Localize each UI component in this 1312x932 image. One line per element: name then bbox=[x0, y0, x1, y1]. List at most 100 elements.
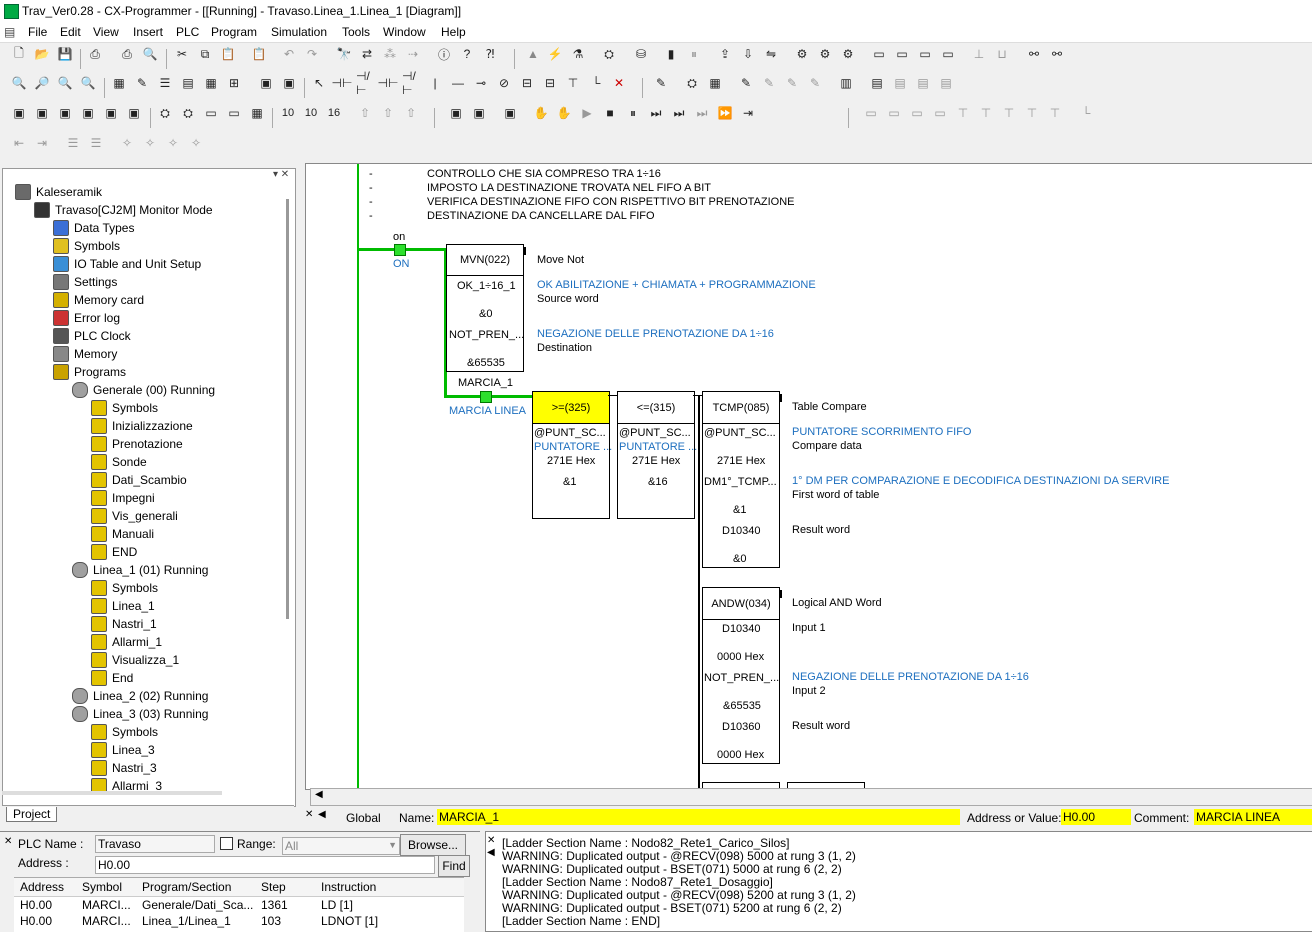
print-icon[interactable]: ⎙ bbox=[86, 45, 104, 63]
sim-step-out-icon[interactable]: ⏭ bbox=[693, 104, 711, 122]
table-row[interactable]: H0.00 MARCI... Linea_1/Linea_1 103 LDNOT… bbox=[14, 913, 464, 929]
address-field[interactable]: H0.00 bbox=[1061, 809, 1131, 825]
goto-icon[interactable]: ⇢ bbox=[404, 45, 422, 63]
bookmark-4-icon[interactable]: ✧ bbox=[187, 134, 205, 152]
tab-project[interactable]: Project bbox=[6, 807, 58, 822]
print-preview-icon[interactable]: 🔍 bbox=[141, 45, 159, 63]
contact-or-icon[interactable]: ⊣⊢ bbox=[378, 74, 399, 92]
delete-line-icon[interactable]: ✕ bbox=[610, 74, 628, 92]
tree-item[interactable]: Symbols bbox=[53, 237, 120, 255]
tree-item[interactable]: Sonde bbox=[91, 453, 147, 471]
tree-item[interactable]: Generale (00) Running bbox=[72, 381, 215, 399]
view-2-icon[interactable]: ▣ bbox=[33, 104, 51, 122]
net-5-icon[interactable]: ▦ bbox=[248, 104, 266, 122]
tool-c-icon[interactable]: ⚯ bbox=[1025, 45, 1043, 63]
replace-icon[interactable]: ⇄ bbox=[358, 45, 376, 63]
outdent-icon[interactable]: ⇥ bbox=[33, 134, 51, 152]
sim-stop-icon[interactable]: ■ bbox=[601, 104, 619, 122]
transfer-to-plc-icon[interactable]: ⇪ bbox=[716, 45, 734, 63]
tree-item[interactable]: Symbols bbox=[91, 399, 158, 417]
tree-item[interactable]: Nastri_3 bbox=[91, 759, 157, 777]
tree-item[interactable]: Inizializzazione bbox=[91, 417, 193, 435]
smart-icon[interactable]: ▣ bbox=[257, 74, 275, 92]
contact-on[interactable] bbox=[394, 244, 406, 256]
tree-item[interactable]: Vis_generali bbox=[91, 507, 178, 525]
monitor-window-3-icon[interactable]: ▤ bbox=[914, 74, 932, 92]
tree-item[interactable]: Settings bbox=[53, 273, 117, 291]
new-icon[interactable]: 🗋 bbox=[10, 45, 28, 63]
tree-item[interactable]: Linea_3 (03) Running bbox=[72, 705, 208, 723]
base-16-icon[interactable]: 16 bbox=[325, 104, 343, 122]
online-edit-2-icon[interactable]: ⛭ bbox=[683, 74, 701, 92]
range-select[interactable]: All ▼ bbox=[282, 837, 400, 855]
tool-b-icon[interactable]: ⊔ bbox=[993, 45, 1011, 63]
zoom-icon[interactable]: 🔍 bbox=[10, 74, 28, 92]
sim-2-icon[interactable]: ▣ bbox=[470, 104, 488, 122]
io-icon[interactable]: ▥ bbox=[837, 74, 855, 92]
tree-item[interactable]: Dati_Scambio bbox=[91, 471, 187, 489]
menu-help[interactable]: Help bbox=[441, 25, 466, 39]
tree-item[interactable]: Allarmi_1 bbox=[91, 633, 162, 651]
window-2-icon[interactable]: ▭ bbox=[893, 45, 911, 63]
bookmark-2-icon[interactable]: ✧ bbox=[141, 134, 159, 152]
tree-item[interactable]: Linea_1 bbox=[91, 597, 155, 615]
context-help-icon[interactable]: ⁈ bbox=[481, 45, 499, 63]
monitor-window-4-icon[interactable]: ▤ bbox=[937, 74, 955, 92]
contact-no-icon[interactable]: ⊣⊢ bbox=[332, 74, 353, 92]
force-cancel-icon[interactable]: ⚙ bbox=[839, 45, 857, 63]
menu-view[interactable]: View bbox=[93, 25, 119, 39]
zoom-fit-icon[interactable]: 🔍 bbox=[79, 74, 97, 92]
sim-step-icon[interactable]: ✋ bbox=[532, 104, 550, 122]
tree-item[interactable]: Impegni bbox=[91, 489, 155, 507]
upload-3-icon[interactable]: ⇧ bbox=[402, 104, 420, 122]
online-icon[interactable]: ▲ bbox=[524, 45, 542, 63]
sim-step-2-icon[interactable]: ✋ bbox=[555, 104, 573, 122]
tree-item[interactable]: Linea_2 (02) Running bbox=[72, 687, 208, 705]
sim-continuous-icon[interactable]: ⏩ bbox=[716, 104, 734, 122]
online-edit-5-icon[interactable]: ✎ bbox=[760, 74, 778, 92]
chevron-left-icon[interactable]: ◀ bbox=[487, 847, 495, 858]
paste-icon[interactable]: 📋 bbox=[219, 45, 237, 63]
tree-icon[interactable]: ⊞ bbox=[225, 74, 243, 92]
base-10s-icon[interactable]: 10 bbox=[302, 104, 320, 122]
open-icon[interactable]: 📂 bbox=[33, 45, 51, 63]
net-2-icon[interactable]: ⛭ bbox=[179, 104, 197, 122]
vertical-line-icon[interactable]: | bbox=[426, 74, 444, 92]
coil-not-icon[interactable]: ⊘ bbox=[495, 74, 513, 92]
force-on-icon[interactable]: ⚙ bbox=[793, 45, 811, 63]
tree-item[interactable]: IO Table and Unit Setup bbox=[53, 255, 201, 273]
window-4-icon[interactable]: ▭ bbox=[939, 45, 957, 63]
block-1-icon[interactable]: ▭ bbox=[862, 104, 880, 122]
tree-item[interactable]: Linea_1 (01) Running bbox=[72, 561, 208, 579]
indent-icon[interactable]: ⇤ bbox=[10, 134, 28, 152]
run-icon[interactable]: ▮ bbox=[662, 45, 680, 63]
window-1-icon[interactable]: ▭ bbox=[870, 45, 888, 63]
menu-window[interactable]: Window bbox=[383, 25, 426, 39]
ge-instruction[interactable]: >=(325) @PUNT_SC... PUNTATORE ... 271E H… bbox=[532, 391, 612, 519]
base-10-icon[interactable]: 10 bbox=[279, 104, 297, 122]
address-input[interactable]: H0.00 bbox=[95, 856, 435, 874]
sim-step-in-icon[interactable]: ⏭ bbox=[647, 104, 665, 122]
block-3-icon[interactable]: ▭ bbox=[908, 104, 926, 122]
tool-d-icon[interactable]: ⚯ bbox=[1048, 45, 1066, 63]
connect-icon[interactable]: ⊤ bbox=[564, 74, 582, 92]
tree-item[interactable]: Manuali bbox=[91, 525, 154, 543]
tree-item[interactable]: Travaso[CJ2M] Monitor Mode bbox=[34, 201, 213, 219]
zoom-out-icon[interactable]: 🔍 bbox=[56, 74, 74, 92]
tree-item[interactable]: Kaleseramik bbox=[15, 183, 102, 201]
sim-pause-icon[interactable]: ⏸ bbox=[624, 104, 642, 122]
comment-icon[interactable]: ✎ bbox=[133, 74, 151, 92]
force-off-icon[interactable]: ⚙ bbox=[816, 45, 834, 63]
net-1-icon[interactable]: ⛭ bbox=[156, 104, 174, 122]
redo-icon[interactable]: ↷ bbox=[303, 45, 321, 63]
tree-item[interactable]: End bbox=[91, 669, 133, 687]
online-edit-4-icon[interactable]: ✎ bbox=[737, 74, 755, 92]
monitor-icon[interactable]: ⚡ bbox=[546, 45, 564, 63]
sim-3-icon[interactable]: ▣ bbox=[501, 104, 519, 122]
online-edit-6-icon[interactable]: ✎ bbox=[783, 74, 801, 92]
block-6-icon[interactable]: ⊤ bbox=[977, 104, 995, 122]
xref-icon[interactable]: ⁂ bbox=[381, 45, 399, 63]
block-7-icon[interactable]: ⊤ bbox=[1000, 104, 1018, 122]
table-icon[interactable]: ▦ bbox=[202, 74, 220, 92]
mvn-instruction[interactable]: MVN(022) OK_1÷16_1 &0 NOT_PREN_... &6553… bbox=[446, 244, 524, 372]
